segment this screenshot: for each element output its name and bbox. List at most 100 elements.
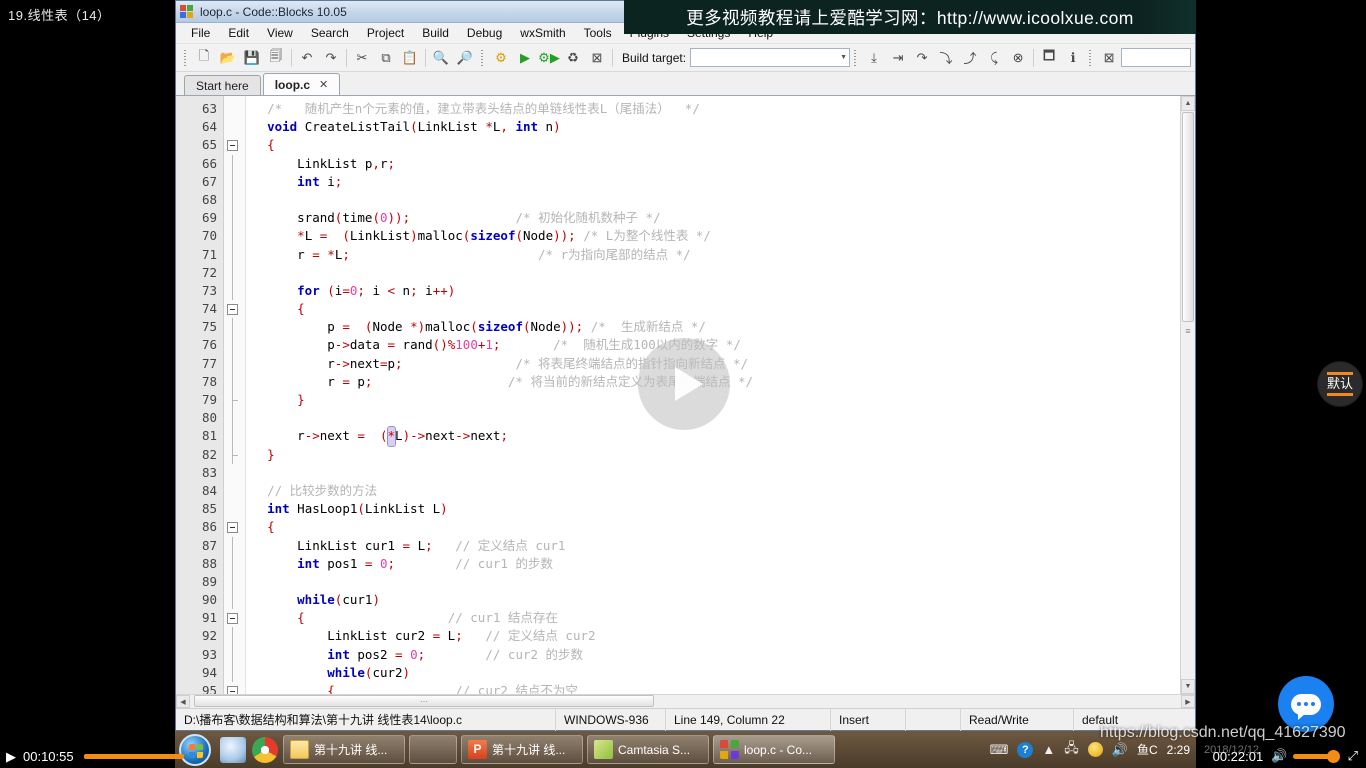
code-folding-gutter[interactable] xyxy=(224,96,246,708)
code-line[interactable]: LinkList cur1 = L; // 定义结点 cur1 xyxy=(246,537,1195,555)
fold-marker[interactable] xyxy=(224,627,245,646)
fold-marker[interactable] xyxy=(224,609,245,627)
taskbar-item-camtasia[interactable]: Camtasia S... xyxy=(587,735,709,764)
code-line[interactable]: p = (Node *)malloc(sizeof(Node)); /* 生成新… xyxy=(246,318,1195,336)
save-all-icon[interactable]: 🗐 xyxy=(264,46,288,70)
menu-item-project[interactable]: Project xyxy=(358,24,413,42)
code-line[interactable]: { xyxy=(246,518,1195,536)
debug-next-line-icon[interactable]: ↷ xyxy=(910,46,934,70)
security-icon[interactable] xyxy=(1087,742,1103,757)
menu-item-edit[interactable]: Edit xyxy=(219,24,258,42)
clock[interactable]: 2:29 xyxy=(1167,743,1190,757)
code-line[interactable] xyxy=(246,191,1195,209)
fold-marker[interactable] xyxy=(224,445,245,464)
fold-marker[interactable] xyxy=(224,281,245,301)
cut-icon[interactable]: ✂ xyxy=(350,46,374,70)
horizontal-scrollbar[interactable]: ◀ ⋯ ▶ xyxy=(176,694,1195,708)
fold-marker[interactable] xyxy=(224,263,245,282)
fold-marker[interactable] xyxy=(224,118,245,136)
fold-collapse-icon[interactable] xyxy=(227,304,238,316)
fold-marker[interactable] xyxy=(224,100,245,118)
fold-marker[interactable] xyxy=(224,464,245,482)
code-line[interactable]: LinkList p,r; xyxy=(246,155,1195,173)
code-line[interactable]: while(cur1) xyxy=(246,591,1195,609)
fold-marker[interactable] xyxy=(224,554,245,573)
fold-marker[interactable] xyxy=(224,209,245,228)
taskbar-item-powerpoint[interactable]: P 第十九讲 线... xyxy=(461,735,583,764)
toolbar-grip[interactable] xyxy=(183,48,189,68)
code-line[interactable]: p->data = rand()%100+1; /* 随机生成100以内的数字 … xyxy=(246,336,1195,354)
tab-start-here[interactable]: Start here xyxy=(184,75,261,95)
close-icon[interactable]: ✕ xyxy=(319,78,328,91)
new-file-icon[interactable]: 🗋 xyxy=(192,46,216,70)
code-line[interactable]: int HasLoop1(LinkList L) xyxy=(246,500,1195,518)
code-line[interactable]: int pos1 = 0; // cur1 的步数 xyxy=(246,555,1195,573)
menu-item-file[interactable]: File xyxy=(182,24,219,42)
chrome-icon[interactable] xyxy=(252,736,278,763)
taskbar-item-media-player[interactable] xyxy=(409,735,457,764)
code-line[interactable]: srand(time(0)); /* 初始化随机数种子 */ xyxy=(246,209,1195,227)
debug-stop-icon[interactable]: ⊗ xyxy=(1006,46,1030,70)
horizontal-scroll-track[interactable]: ⋯ xyxy=(190,695,1181,708)
vertical-scroll-thumb[interactable] xyxy=(1182,112,1194,322)
scroll-right-arrow-icon[interactable]: ▶ xyxy=(1181,695,1195,708)
toolbar-grip[interactable] xyxy=(1088,48,1094,68)
volume-icon[interactable]: 🔊 xyxy=(1112,742,1128,758)
toolbar-grip[interactable] xyxy=(853,48,859,68)
code-line[interactable]: while(cur2) xyxy=(246,664,1195,682)
help-icon[interactable]: ? xyxy=(1017,741,1034,758)
vertical-scrollbar[interactable]: ▲ ≡ ▼ xyxy=(1180,96,1195,694)
find-icon[interactable]: 🔍 xyxy=(429,46,453,70)
code-line[interactable]: { xyxy=(246,300,1195,318)
windows-start-icon[interactable] xyxy=(179,733,211,766)
build-icon[interactable]: ⚙ xyxy=(489,46,513,70)
show-hidden-icon[interactable]: ▲ xyxy=(1042,742,1055,757)
open-file-icon[interactable]: 📂 xyxy=(216,46,240,70)
fold-marker[interactable] xyxy=(224,318,245,337)
fullscreen-icon[interactable]: ⤢ xyxy=(1348,748,1358,764)
volume-slider[interactable] xyxy=(1293,749,1340,763)
fold-collapse-icon[interactable] xyxy=(227,140,238,152)
menu-item-search[interactable]: Search xyxy=(302,24,358,42)
fold-marker[interactable] xyxy=(224,591,245,610)
code-line[interactable]: } xyxy=(246,446,1195,464)
debug-continue-icon[interactable]: ⤓ xyxy=(862,46,886,70)
menu-item-debug[interactable]: Debug xyxy=(458,24,511,42)
code-line[interactable]: // 比较步数的方法 xyxy=(246,482,1195,500)
fold-marker[interactable] xyxy=(224,190,245,210)
chat-bubble-icon[interactable] xyxy=(1278,676,1334,732)
taskbar-item-explorer[interactable]: 第十九讲 线... xyxy=(283,735,405,764)
menu-item-view[interactable]: View xyxy=(258,24,302,42)
code-line[interactable]: int pos2 = 0; // cur2 的步数 xyxy=(246,646,1195,664)
code-line[interactable]: r->next = (*L)->next->next; xyxy=(246,426,1195,447)
fold-marker[interactable] xyxy=(224,172,245,191)
code-line[interactable]: for (i=0; i < n; i++) xyxy=(246,282,1195,300)
code-line[interactable]: int i; xyxy=(246,173,1195,191)
abort-icon[interactable]: ⊠ xyxy=(585,46,609,70)
fold-marker[interactable] xyxy=(224,336,245,355)
horizontal-scroll-thumb[interactable]: ⋯ xyxy=(194,695,654,707)
close-icon[interactable]: ⊠ xyxy=(1097,46,1121,70)
fold-marker[interactable] xyxy=(224,663,245,682)
save-icon[interactable]: 💾 xyxy=(240,46,264,70)
code-line[interactable]: *L = (LinkList)malloc(sizeof(Node)); /* … xyxy=(246,227,1195,245)
network-icon[interactable]: 🖧 xyxy=(1064,739,1079,761)
toolbar-grip[interactable] xyxy=(480,48,486,68)
taskbar-item-codeblocks[interactable]: loop.c - Co... xyxy=(713,735,835,764)
debug-windows-icon[interactable]: 🗖 xyxy=(1037,46,1061,70)
code-line[interactable] xyxy=(246,264,1195,282)
code-line[interactable] xyxy=(246,573,1195,591)
debug-step-out-icon[interactable]: ⤴ xyxy=(958,46,982,70)
debug-run-to-cursor-icon[interactable]: ⇥ xyxy=(886,46,910,70)
menu-item-wxsmith[interactable]: wxSmith xyxy=(511,24,574,42)
debug-next-instruction-icon[interactable]: ⤹ xyxy=(982,46,1006,70)
play-icon[interactable]: ▶ xyxy=(6,750,16,763)
show-desktop-icon[interactable] xyxy=(220,736,246,763)
fold-marker[interactable] xyxy=(224,572,245,592)
code-line[interactable] xyxy=(246,464,1195,482)
fold-marker[interactable] xyxy=(224,391,245,410)
fold-marker[interactable] xyxy=(224,518,245,536)
build-target-combo[interactable]: ▼ xyxy=(690,48,851,67)
code-line[interactable]: r = *L; /* r为指向尾部的结点 */ xyxy=(246,246,1195,264)
code-line[interactable]: { xyxy=(246,136,1195,154)
